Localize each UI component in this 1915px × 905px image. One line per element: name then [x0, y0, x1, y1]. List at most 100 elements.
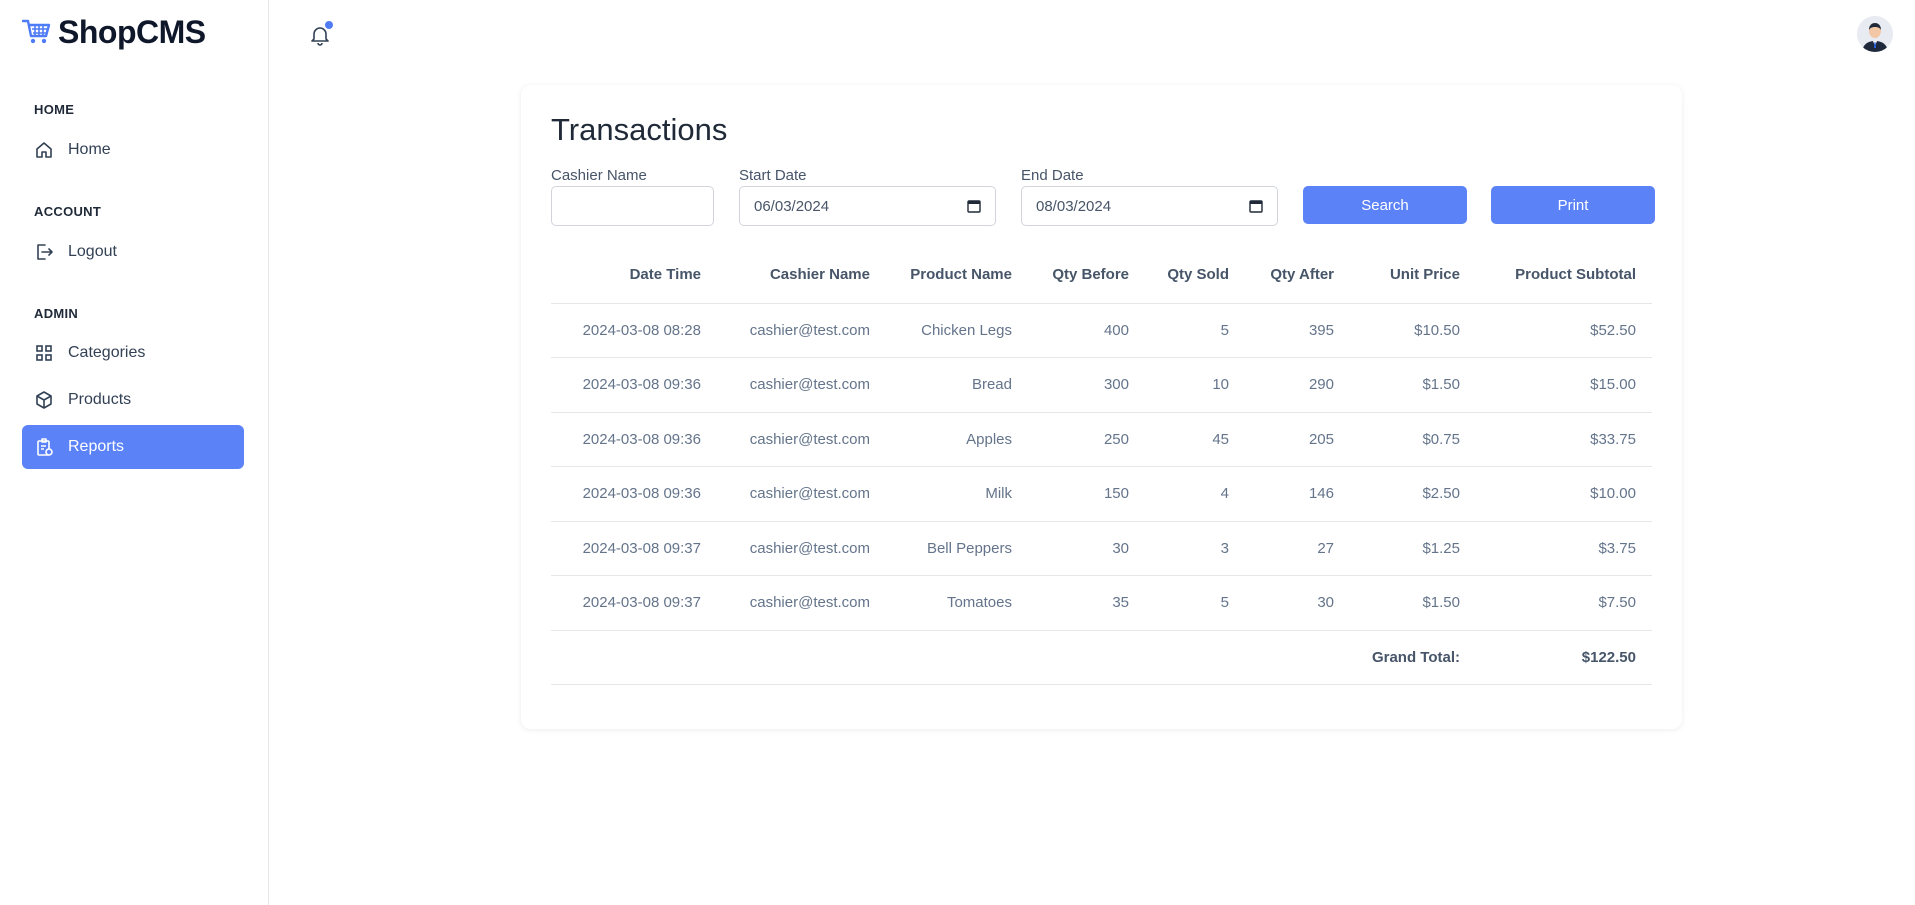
cell-qty-after: 290	[1245, 357, 1350, 413]
cell-unit-price: $1.50	[1350, 575, 1476, 631]
start-date-value: 06/03/2024	[754, 197, 830, 215]
cell-qty-sold: 5	[1145, 575, 1245, 631]
cell-qty-sold: 45	[1145, 412, 1245, 467]
cell-date-time: 2024-03-08 09:36	[551, 357, 717, 413]
calendar-icon[interactable]	[967, 199, 981, 213]
cell-product-name: Bread	[886, 357, 1028, 413]
cell-qty-before: 150	[1028, 466, 1145, 522]
cell-product-name: Bell Peppers	[886, 521, 1028, 576]
table-row: 2024-03-08 09:37 cashier@test.com Bell P…	[551, 521, 1652, 576]
cell-date-time: 2024-03-08 08:28	[551, 303, 717, 358]
cell-unit-price: $2.50	[1350, 466, 1476, 522]
cell-product-subtotal: $52.50	[1476, 303, 1652, 358]
cashier-name-label: Cashier Name	[551, 167, 647, 184]
cell-qty-after: 27	[1245, 521, 1350, 576]
column-header[interactable]: Unit Price	[1350, 247, 1476, 304]
cell-qty-sold: 3	[1145, 521, 1245, 576]
cell-unit-price: $10.50	[1350, 303, 1476, 358]
cell-product-name: Milk	[886, 466, 1028, 522]
end-date-value: 08/03/2024	[1036, 197, 1112, 215]
cell-qty-after: 395	[1245, 303, 1350, 358]
cell-cashier-name: cashier@test.com	[717, 412, 886, 467]
sidebar-item-label: Logout	[68, 243, 117, 260]
cell-qty-after: 146	[1245, 466, 1350, 522]
cell-date-time: 2024-03-08 09:36	[551, 466, 717, 522]
sidebar-item-categories[interactable]: Categories	[22, 331, 244, 375]
notification-button[interactable]	[309, 21, 333, 46]
start-date-input[interactable]: 06/03/2024	[739, 186, 996, 226]
column-header[interactable]: Date Time	[551, 247, 717, 304]
cell-product-subtotal: $33.75	[1476, 412, 1652, 467]
end-date-input[interactable]: 08/03/2024	[1021, 186, 1278, 226]
column-header[interactable]: Cashier Name	[717, 247, 886, 304]
avatar[interactable]	[1857, 16, 1893, 52]
cashier-name-input[interactable]	[551, 186, 714, 226]
shopping-cart-icon	[22, 18, 52, 46]
sidebar-item-label: Categories	[68, 344, 146, 361]
sidebar-item-label: Reports	[68, 438, 125, 455]
page-title: Transactions	[551, 112, 728, 147]
cell-cashier-name: cashier@test.com	[717, 357, 886, 413]
table-row: 2024-03-08 08:28 cashier@test.com Chicke…	[551, 303, 1652, 358]
app-name: ShopCMS	[58, 13, 206, 50]
cell-product-name: Apples	[886, 412, 1028, 467]
cell-unit-price: $1.50	[1350, 357, 1476, 413]
start-date-label: Start Date	[739, 167, 807, 184]
cell-qty-before: 35	[1028, 575, 1145, 631]
cell-date-time: 2024-03-08 09:37	[551, 575, 717, 631]
sidebar-item-label: Products	[68, 391, 132, 408]
column-header[interactable]: Qty Sold	[1145, 247, 1245, 304]
cell-qty-sold: 10	[1145, 357, 1245, 413]
table-row: 2024-03-08 09:36 cashier@test.com Bread …	[551, 357, 1652, 413]
section-title-home: HOME	[34, 102, 75, 117]
cell-product-subtotal: $3.75	[1476, 521, 1652, 576]
sidebar-item-products[interactable]: Products	[22, 378, 244, 422]
column-header[interactable]: Qty After	[1245, 247, 1350, 304]
table-header-row: Date Time Cashier Name Product Name Qty …	[551, 247, 1652, 304]
cell-qty-sold: 5	[1145, 303, 1245, 358]
grand-total-row: Grand Total: $122.50	[551, 630, 1652, 685]
cell-product-name: Chicken Legs	[886, 303, 1028, 358]
sidebar: ShopCMS HOME Home ACCOUNT Logout ADMIN C…	[0, 0, 269, 905]
cell-qty-after: 205	[1245, 412, 1350, 467]
cell-cashier-name: cashier@test.com	[717, 303, 886, 358]
print-button[interactable]: Print	[1491, 186, 1655, 224]
cell-cashier-name: cashier@test.com	[717, 521, 886, 576]
cell-qty-before: 250	[1028, 412, 1145, 467]
report-icon	[34, 437, 54, 457]
cell-product-name: Tomatoes	[886, 575, 1028, 631]
app-logo[interactable]: ShopCMS	[22, 14, 206, 50]
cell-cashier-name: cashier@test.com	[717, 466, 886, 522]
sidebar-item-logout[interactable]: Logout	[22, 230, 244, 274]
table-row: 2024-03-08 09:36 cashier@test.com Milk 1…	[551, 466, 1652, 522]
sidebar-item-home[interactable]: Home	[22, 128, 244, 172]
grid-icon	[34, 343, 54, 363]
column-header[interactable]: Product Name	[886, 247, 1028, 304]
grand-total-label: Grand Total:	[1350, 630, 1476, 685]
cell-unit-price: $1.25	[1350, 521, 1476, 576]
grand-total-value: $122.50	[1476, 630, 1652, 685]
notification-dot	[325, 21, 333, 29]
calendar-icon[interactable]	[1249, 199, 1263, 213]
home-icon	[34, 140, 54, 160]
box-icon	[34, 390, 54, 410]
cell-qty-before: 30	[1028, 521, 1145, 576]
table-row: 2024-03-08 09:37 cashier@test.com Tomato…	[551, 575, 1652, 631]
cell-qty-sold: 4	[1145, 466, 1245, 522]
sidebar-item-reports[interactable]: Reports	[22, 425, 244, 469]
column-header[interactable]: Qty Before	[1028, 247, 1145, 304]
transactions-card: Transactions Cashier Name Start Date 06/…	[521, 85, 1682, 729]
cell-product-subtotal: $7.50	[1476, 575, 1652, 631]
search-button[interactable]: Search	[1303, 186, 1467, 224]
cell-date-time: 2024-03-08 09:37	[551, 521, 717, 576]
cell-date-time: 2024-03-08 09:36	[551, 412, 717, 467]
cell-qty-before: 300	[1028, 357, 1145, 413]
cell-qty-after: 30	[1245, 575, 1350, 631]
cell-unit-price: $0.75	[1350, 412, 1476, 467]
section-title-admin: ADMIN	[34, 306, 79, 321]
cell-product-subtotal: $15.00	[1476, 357, 1652, 413]
cell-cashier-name: cashier@test.com	[717, 575, 886, 631]
table-row: 2024-03-08 09:36 cashier@test.com Apples…	[551, 412, 1652, 467]
logout-icon	[34, 242, 54, 262]
column-header[interactable]: Product Subtotal	[1476, 247, 1652, 304]
